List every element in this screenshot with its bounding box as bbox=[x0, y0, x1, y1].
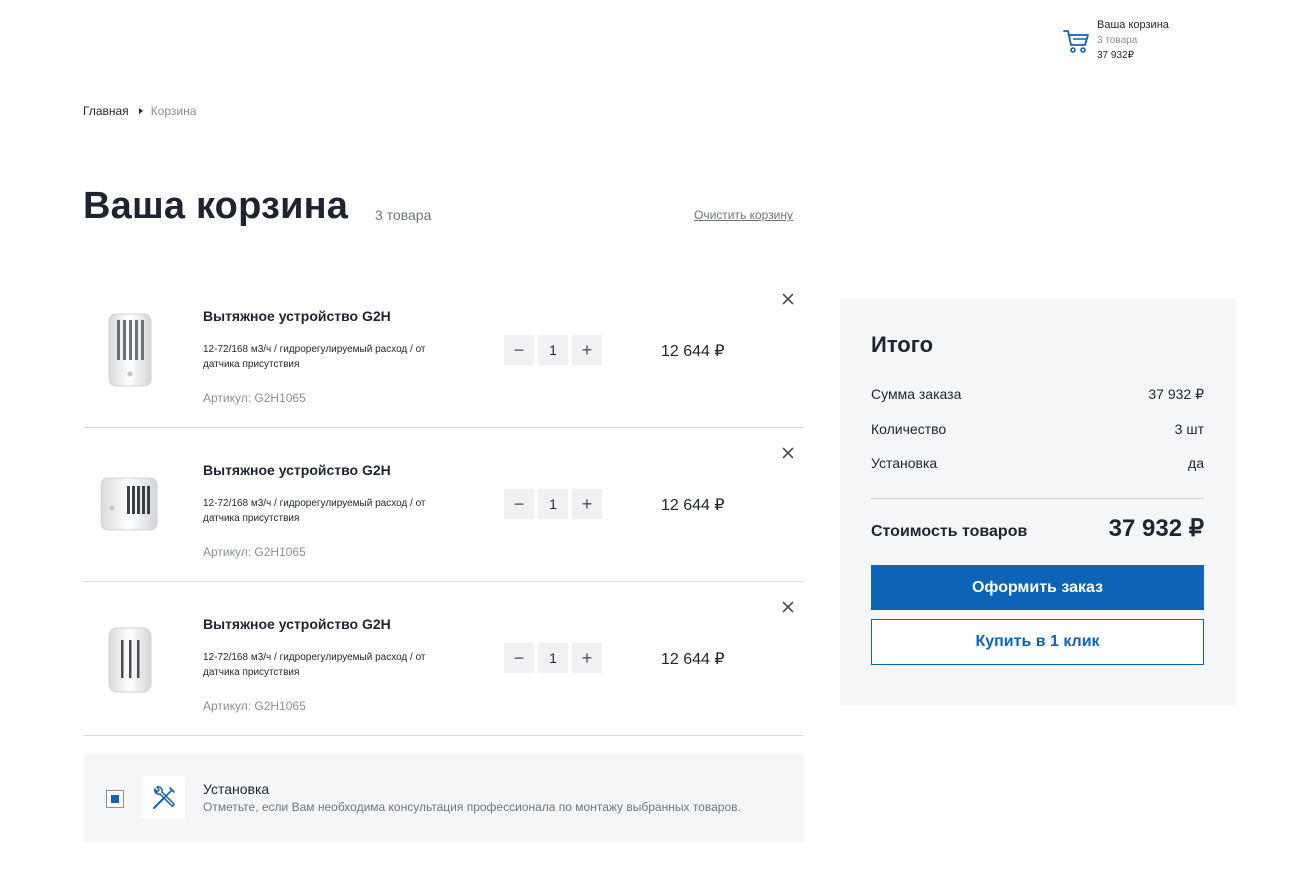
buy-one-click-button[interactable]: Купить в 1 клик bbox=[871, 619, 1204, 665]
decrease-quantity-button[interactable]: − bbox=[504, 643, 534, 673]
header-cart-count: 3 товара bbox=[1097, 35, 1138, 46]
decrease-quantity-button[interactable]: − bbox=[504, 489, 534, 519]
product-sku: Артикул: G2H1065 bbox=[203, 699, 306, 713]
increase-quantity-button[interactable]: + bbox=[572, 489, 602, 519]
clear-cart-link[interactable]: Очистить корзину bbox=[694, 208, 793, 222]
summary-value: 37 932 ₽ bbox=[1148, 386, 1204, 402]
cart-items-list: Вытяжное устройство G2H 12-72/168 м3/ч /… bbox=[83, 274, 804, 736]
cart-item-count: 3 товара bbox=[375, 207, 432, 223]
header-cart-title: Ваша корзина bbox=[1097, 19, 1169, 31]
installation-title: Установка bbox=[203, 781, 270, 797]
close-icon[interactable] bbox=[780, 445, 796, 461]
product-price: 12 644 ₽ bbox=[661, 651, 725, 668]
installation-checkbox[interactable] bbox=[106, 790, 124, 808]
product-description: 12-72/168 м3/ч / гидрорегулируемый расхо… bbox=[203, 344, 426, 370]
summary-value: 3 шт bbox=[1174, 421, 1204, 437]
product-sku: Артикул: G2H1065 bbox=[203, 391, 306, 405]
summary-row-quantity: Количество 3 шт bbox=[871, 421, 1204, 437]
quantity-stepper: − 1 + bbox=[504, 335, 602, 365]
quantity-input[interactable]: 1 bbox=[538, 335, 568, 365]
summary-divider bbox=[871, 498, 1204, 499]
product-name-link[interactable]: Вытяжное устройство G2H bbox=[203, 616, 391, 632]
product-image[interactable] bbox=[97, 464, 161, 544]
product-name-link[interactable]: Вытяжное устройство G2H bbox=[203, 308, 391, 324]
product-sku: Артикул: G2H1065 bbox=[203, 545, 306, 559]
quantity-stepper: − 1 + bbox=[504, 643, 602, 673]
header-cart[interactable]: Ваша корзина 3 товара 37 932₽ bbox=[1062, 18, 1169, 63]
installation-option: Установка Отметьте, если Вам необходима … bbox=[84, 754, 804, 842]
increase-quantity-button[interactable]: + bbox=[572, 643, 602, 673]
shopping-cart-icon bbox=[1063, 30, 1089, 53]
summary-label: Установка bbox=[871, 455, 938, 471]
close-icon[interactable] bbox=[780, 599, 796, 615]
quantity-stepper: − 1 + bbox=[504, 489, 602, 519]
summary-title: Итого bbox=[871, 332, 934, 357]
summary-row-installation: Установка да bbox=[871, 455, 1204, 471]
summary-row-order-sum: Сумма заказа 37 932 ₽ bbox=[871, 386, 1204, 403]
product-price: 12 644 ₽ bbox=[661, 497, 725, 514]
product-description: 12-72/168 м3/ч / гидрорегулируемый расхо… bbox=[203, 498, 426, 524]
page-title: Ваша корзина bbox=[83, 185, 349, 227]
total-value: 37 932 ₽ bbox=[1108, 515, 1204, 542]
decrease-quantity-button[interactable]: − bbox=[504, 335, 534, 365]
summary-label: Сумма заказа bbox=[871, 386, 962, 402]
product-image[interactable] bbox=[97, 618, 161, 698]
total-label: Стоимость товаров bbox=[871, 523, 1028, 540]
checkbox-checked-mark bbox=[111, 795, 119, 803]
quantity-input[interactable]: 1 bbox=[538, 489, 568, 519]
cart-item: Вытяжное устройство G2H 12-72/168 м3/ч /… bbox=[83, 582, 804, 736]
tools-icon bbox=[142, 776, 185, 819]
product-price: 12 644 ₽ bbox=[661, 343, 725, 360]
product-description: 12-72/168 м3/ч / гидрорегулируемый расхо… bbox=[203, 652, 426, 678]
close-icon[interactable] bbox=[780, 291, 796, 307]
installation-description: Отметьте, если Вам необходима консультац… bbox=[203, 800, 741, 814]
quantity-input[interactable]: 1 bbox=[538, 643, 568, 673]
cart-item: Вытяжное устройство G2H 12-72/168 м3/ч /… bbox=[83, 428, 804, 582]
summary-total: Стоимость товаров 37 932 ₽ bbox=[871, 514, 1204, 543]
breadcrumb-current: Корзина bbox=[150, 104, 197, 118]
cart-item: Вытяжное устройство G2H 12-72/168 м3/ч /… bbox=[83, 274, 804, 428]
breadcrumb-home-link[interactable]: Главная bbox=[83, 104, 129, 118]
summary-value: да bbox=[1188, 455, 1204, 471]
header-cart-sum: 37 932₽ bbox=[1097, 50, 1134, 61]
summary-label: Количество bbox=[871, 421, 947, 437]
product-image[interactable] bbox=[97, 310, 161, 390]
product-name-link[interactable]: Вытяжное устройство G2H bbox=[203, 462, 391, 478]
checkout-button[interactable]: Оформить заказ bbox=[871, 565, 1204, 610]
order-summary: Итого Сумма заказа 37 932 ₽ Количество 3… bbox=[840, 299, 1236, 705]
increase-quantity-button[interactable]: + bbox=[572, 335, 602, 365]
breadcrumb-separator-icon bbox=[138, 108, 143, 114]
breadcrumb: Главная Корзина bbox=[83, 104, 196, 118]
